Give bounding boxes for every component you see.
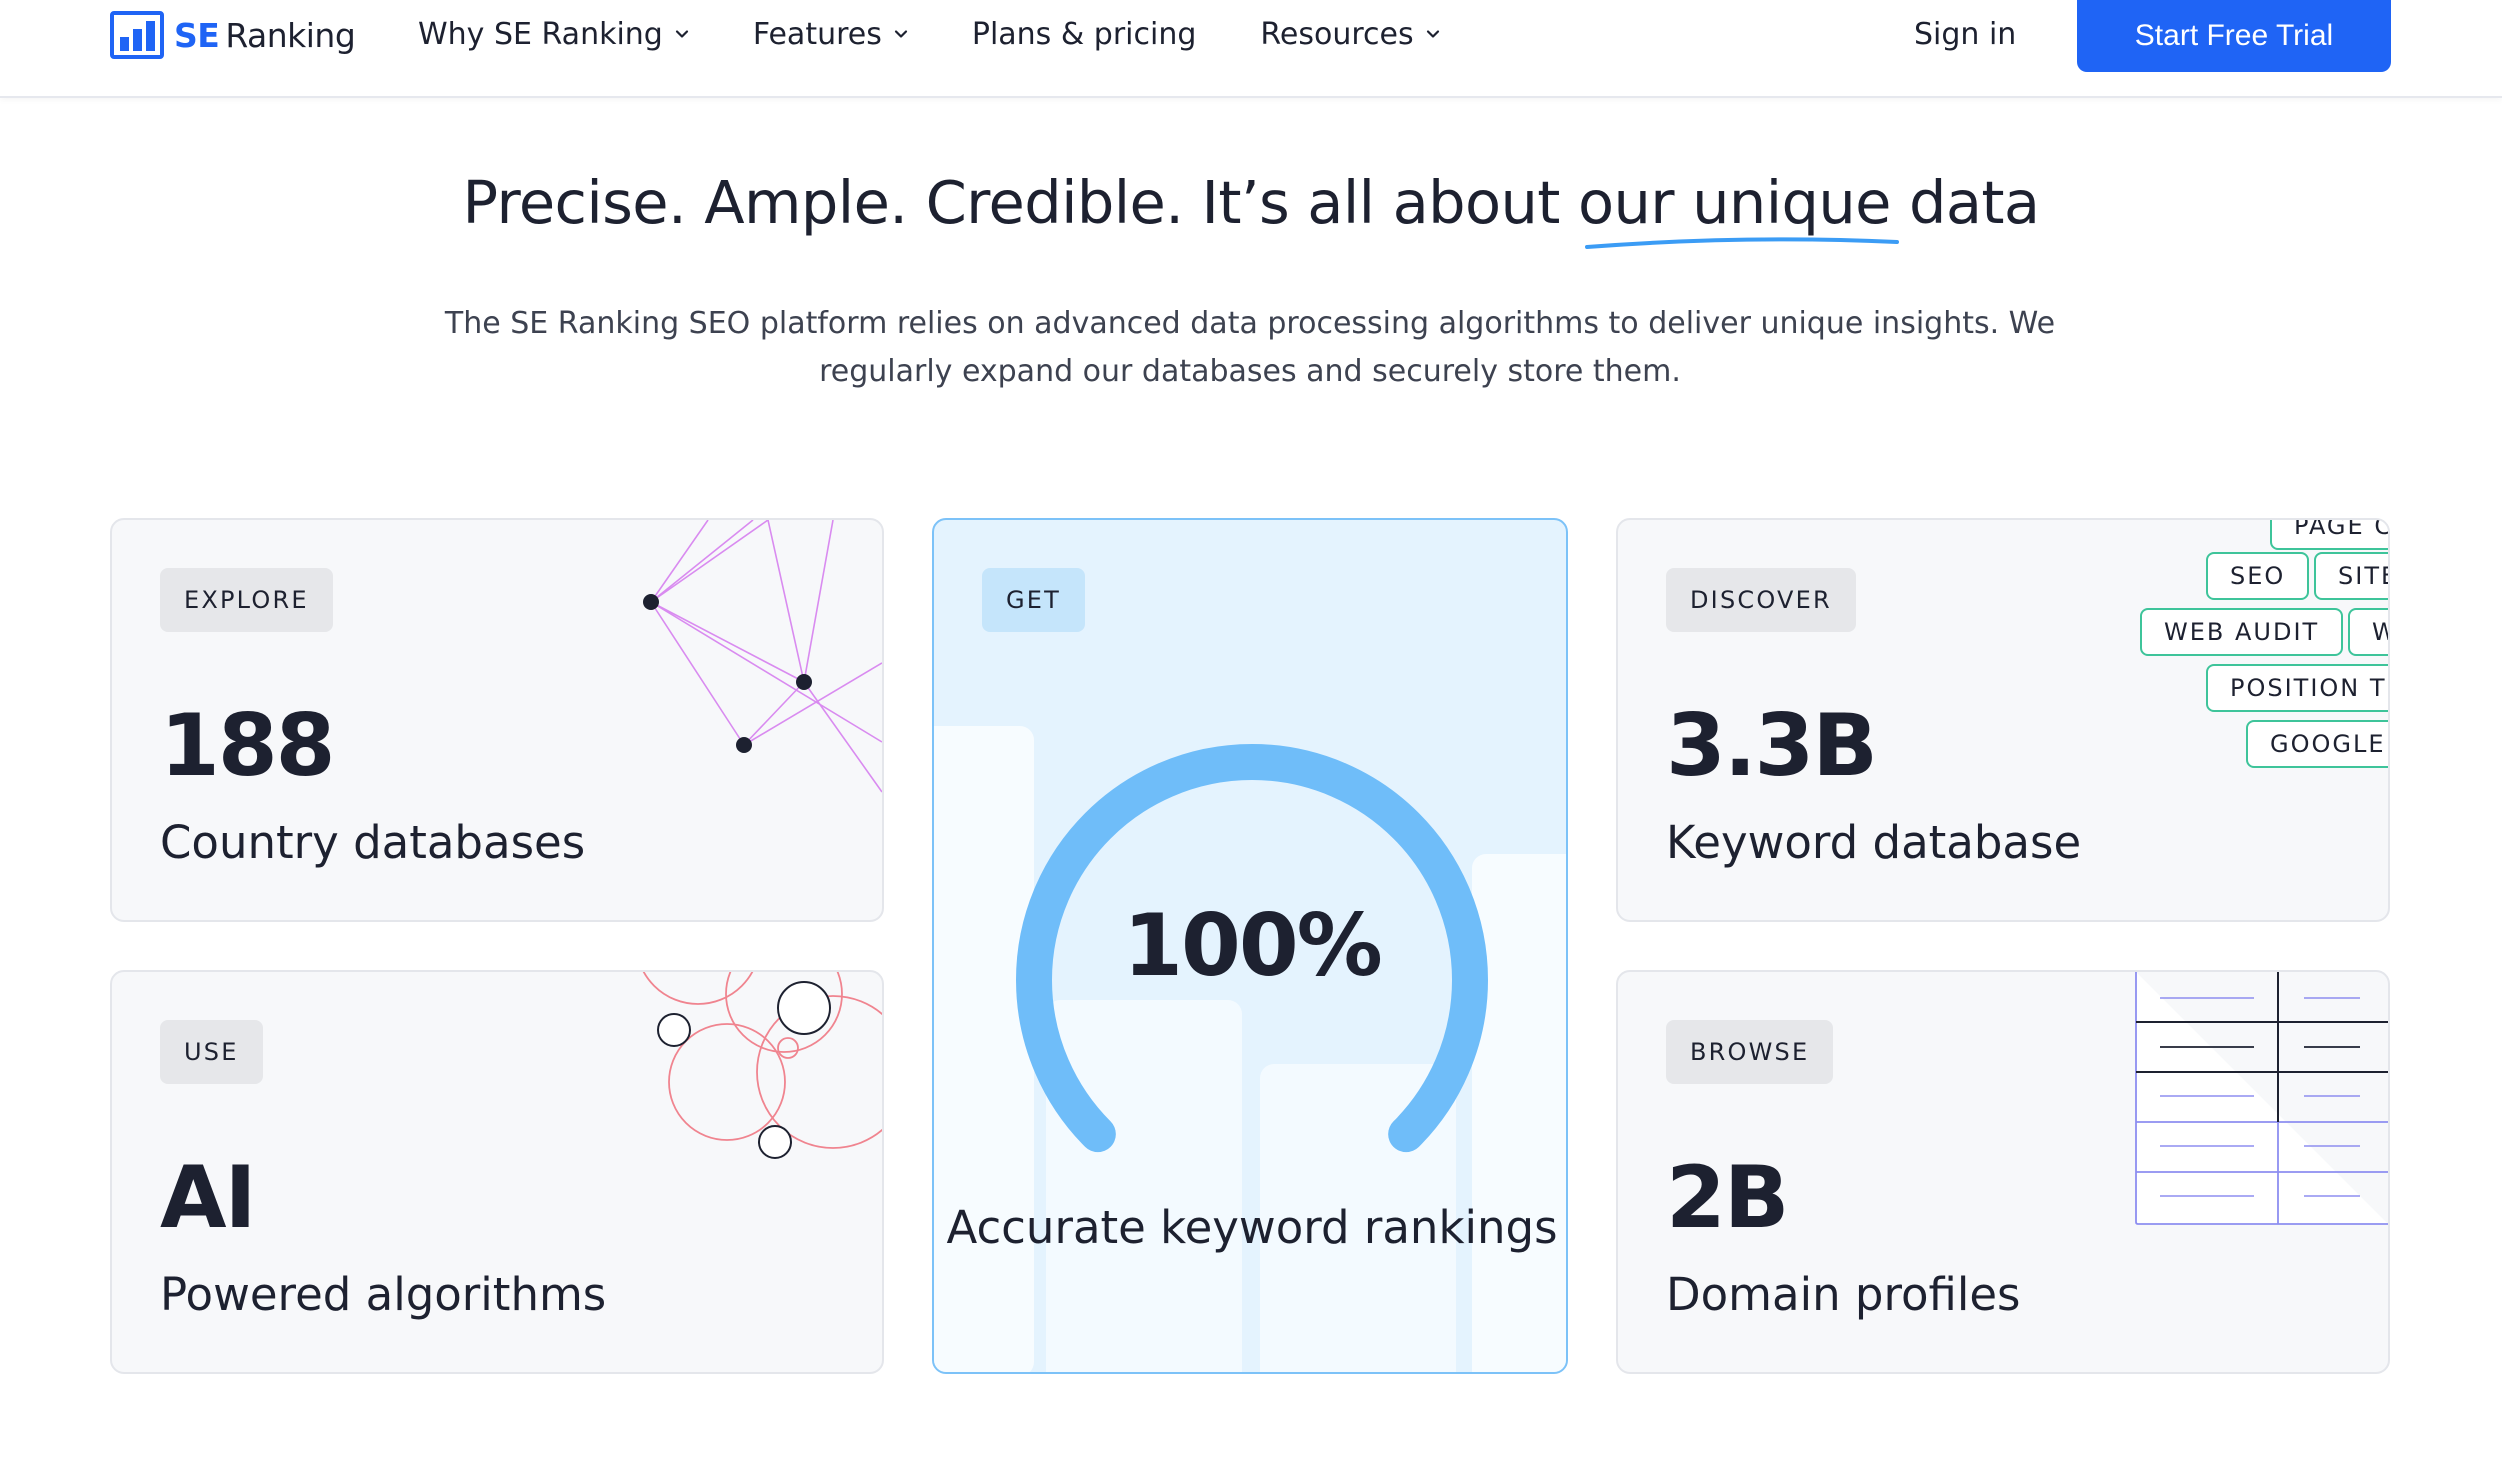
get-tag: GET — [982, 568, 1086, 632]
use-tag: USE — [160, 1020, 263, 1084]
keyword-pill: WEB AUDIT — [2140, 608, 2344, 656]
chevron-down-icon — [675, 30, 688, 38]
keyword-database-label: Keyword database — [1666, 816, 2082, 869]
nav-why-se-ranking[interactable]: Why SE Ranking — [418, 17, 689, 52]
site-header: SE Ranking Why SE Ranking Features Plans … — [0, 0, 2502, 98]
accuracy-value: 100% — [1123, 896, 1383, 996]
explore-tag: EXPLORE — [160, 568, 333, 632]
main-nav: Why SE Ranking Features Plans & pricing … — [418, 8, 1504, 60]
chevron-down-icon — [894, 30, 907, 38]
logo-brand: SE — [174, 15, 220, 55]
sign-in-link[interactable]: Sign in — [1914, 10, 2016, 60]
nav-label: Plans & pricing — [971, 16, 1197, 52]
keyword-pill: GOOGLE — [2246, 720, 2388, 768]
chevron-down-icon — [1426, 30, 1439, 38]
powered-algorithms-label: Powered algorithms — [160, 1268, 607, 1321]
nav-features[interactable]: Features — [753, 17, 908, 52]
nav-plans-pricing[interactable]: Plans & pricing — [972, 17, 1197, 52]
country-count: 188 — [160, 696, 336, 796]
hero-title-start: Precise. Ample. Credible. It’s all about — [462, 168, 1578, 237]
hero-subtitle: The SE Ranking SEO platform relies on ad… — [444, 306, 2056, 389]
browse-tag: BROWSE — [1666, 1020, 1834, 1084]
keyword-database-card: PAGE C SEO SITE WEB AUDIT W POSITION TR … — [1616, 518, 2390, 922]
ai-value: AI — [160, 1148, 257, 1248]
keyword-pill: PAGE C — [2270, 520, 2388, 550]
nav-label: Features — [752, 16, 882, 52]
ai-algorithms-card: USE AI Powered algorithms — [110, 970, 884, 1374]
domain-count: 2B — [1666, 1148, 1789, 1248]
highlight-underline-icon — [1585, 237, 1899, 249]
discover-tag: DISCOVER — [1666, 568, 1856, 632]
domain-profiles-card: BROWSE 2B Domain profiles — [1616, 970, 2390, 1374]
hero-title-highlight-text: our unique — [1578, 168, 1891, 237]
nav-label: Resources — [1260, 16, 1414, 52]
country-databases-label: Country databases — [160, 816, 586, 869]
logo-name: Ranking — [225, 15, 356, 55]
nav-resources[interactable]: Resources — [1260, 17, 1439, 52]
nav-label: Why SE Ranking — [418, 16, 663, 52]
accurate-keyword-rankings-label: Accurate keyword rankings — [946, 1201, 1558, 1254]
logo[interactable]: SE Ranking — [110, 10, 356, 60]
logo-text: SE Ranking — [174, 15, 356, 55]
start-free-trial-button[interactable]: Start Free Trial — [2077, 0, 2391, 72]
keyword-pill: W — [2348, 608, 2388, 656]
hero-title-highlight: our unique — [1578, 168, 1899, 249]
domain-profiles-label: Domain profiles — [1666, 1268, 2021, 1321]
keyword-pill: SEO — [2206, 552, 2310, 600]
keyword-rankings-card: GET 100% Accurate keyword rankings — [932, 518, 1568, 1374]
keyword-pill: POSITION TR — [2206, 664, 2388, 712]
logo-bar-chart-icon — [110, 11, 164, 59]
hero-title: Precise. Ample. Credible. It’s all about… — [0, 168, 2502, 249]
hero-title-end: data — [1890, 168, 2040, 237]
keyword-count: 3.3B — [1666, 696, 1878, 796]
keyword-pill: SITE — [2314, 552, 2388, 600]
country-databases-card: EXPLORE 188 Country databases — [110, 518, 884, 922]
